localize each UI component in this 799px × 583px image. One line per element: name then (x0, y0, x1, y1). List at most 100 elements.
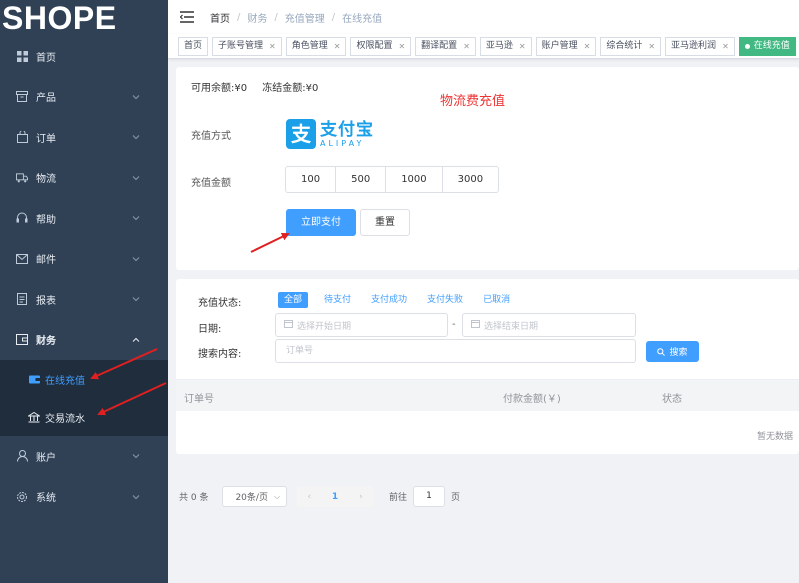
sidebar-item-label: 邮件 (36, 255, 56, 267)
calendar-icon (471, 319, 480, 331)
reset-button[interactable]: 重置 (360, 209, 410, 236)
breadcrumb-item[interactable]: 首页 (210, 10, 230, 25)
sidebar-item-label: 产品 (36, 93, 56, 105)
search-label: 搜索内容: (198, 349, 242, 360)
tag-amazon-profit[interactable]: 亚马逊利润 ✕ (665, 36, 735, 56)
chevron-down-icon (132, 94, 140, 99)
bank-icon (28, 411, 40, 423)
menu-toggle-icon[interactable] (180, 11, 194, 23)
status-option-pending[interactable]: 待支付 (324, 292, 351, 308)
status-option-cancelled[interactable]: 已取消 (483, 292, 510, 308)
sidebar-item-label: 账户 (36, 452, 56, 464)
close-icon[interactable]: ✕ (519, 38, 526, 55)
chevron-down-icon (132, 216, 140, 221)
status-label: 充值状态: (198, 298, 242, 309)
goto-page-input[interactable]: 1 (413, 486, 446, 507)
order-icon (16, 131, 28, 144)
tag-permissions[interactable]: 权限配置 ✕ (350, 36, 412, 56)
close-icon[interactable]: ✕ (463, 38, 470, 55)
logo: SHOPE (2, 0, 117, 36)
sidebar-item-label: 报表 (36, 295, 56, 307)
sidebar-item-home[interactable]: 首页 (0, 36, 168, 77)
calendar-icon (284, 319, 293, 331)
next-page-button[interactable]: › (359, 492, 363, 502)
sidebar-item-label: 在线充值 (45, 375, 85, 387)
tag-stats[interactable]: 综合统计 ✕ (600, 36, 662, 56)
sidebar-item-logistics[interactable]: 物流 (0, 158, 168, 199)
available-balance-value: ¥0 (234, 83, 248, 94)
tag-home[interactable]: 首页 (178, 36, 209, 56)
close-icon[interactable]: ✕ (722, 38, 729, 55)
sidebar-item-finance[interactable]: 财务 (0, 320, 168, 361)
close-icon[interactable]: ✕ (269, 38, 276, 55)
close-icon[interactable]: ✕ (334, 38, 341, 55)
balance-row: 可用余额:¥0 冻结金额:¥0 (191, 79, 330, 94)
close-icon[interactable]: ✕ (398, 38, 405, 55)
status-filter: 全部 待支付 支付成功 支付失败 已取消 (278, 292, 530, 308)
sidebar-item-online-recharge[interactable]: 在线充值 (0, 360, 168, 398)
frozen-amount-value: ¥0 (305, 83, 319, 94)
end-date-input[interactable]: 选择结束日期 (462, 313, 636, 337)
sidebar-item-account[interactable]: 账户 (0, 436, 168, 477)
sidebar-item-help[interactable]: 帮助 (0, 198, 168, 239)
search-input[interactable]: 订单号 (275, 339, 636, 363)
status-option-failed[interactable]: 支付失败 (427, 292, 463, 308)
start-date-placeholder: 选择开始日期 (297, 321, 352, 332)
chevron-up-icon (132, 337, 140, 342)
goto-unit: 页 (451, 493, 461, 503)
amount-option[interactable]: 1000 (385, 166, 443, 193)
column-amount: 付款金额(￥) (503, 394, 561, 405)
amount-label: 充值金额 (191, 178, 231, 189)
tag-label: 角色管理 (291, 40, 328, 51)
sidebar-item-product[interactable]: 产品 (0, 77, 168, 118)
amount-option[interactable]: 500 (335, 166, 387, 193)
method-label: 充值方式 (191, 131, 231, 142)
chevron-down-icon (132, 175, 140, 180)
status-option-success[interactable]: 支付成功 (371, 292, 407, 308)
page-size-select[interactable]: 20条/页 ⌵ (222, 486, 288, 507)
product-icon (16, 91, 28, 103)
sidebar-item-label: 订单 (36, 133, 56, 145)
pagination: 共 0 条 20条/页 ⌵ ‹ 1 › 前往 1 页 (179, 486, 460, 507)
sidebar-item-system[interactable]: 系统 (0, 477, 168, 518)
finance-icon (16, 334, 28, 346)
sidebar-item-order[interactable]: 订单 (0, 117, 168, 158)
pay-now-button[interactable]: 立即支付 (286, 209, 356, 236)
recharge-title: 物流费充值 (440, 94, 506, 109)
finance-submenu: 在线充值 交易流水 (0, 360, 168, 436)
tag-translation[interactable]: 翻译配置 ✕ (415, 36, 476, 56)
sidebar-item-mail[interactable]: 邮件 (0, 239, 168, 280)
tag-roles[interactable]: 角色管理 ✕ (285, 36, 347, 56)
tag-amazon[interactable]: 亚马逊 ✕ (479, 36, 532, 56)
close-icon[interactable]: ✕ (584, 38, 591, 55)
date-label: 日期: (198, 324, 222, 335)
amount-option[interactable]: 100 (285, 166, 337, 193)
search-button[interactable]: 搜索 (646, 341, 699, 362)
breadcrumb-item: 在线充值 (342, 13, 383, 25)
chevron-down-icon (132, 297, 140, 302)
table-header: 订单号 付款金额(￥) 状态 (176, 379, 799, 411)
current-page[interactable]: 1 (332, 492, 338, 502)
sidebar-item-transactions[interactable]: 交易流水 (0, 398, 168, 436)
tag-label: 子账号管理 (218, 40, 264, 51)
alipay-cn: 支付宝 (320, 119, 374, 140)
amount-option[interactable]: 3000 (441, 166, 500, 193)
truck-icon (16, 172, 28, 184)
recharge-card: 可用余额:¥0 冻结金额:¥0 物流费充值 充值方式 支 支付宝 ALIPAY … (176, 67, 799, 270)
prev-page-button[interactable]: ‹ (307, 492, 311, 502)
alipay-option[interactable]: 支 支付宝 ALIPAY (286, 119, 374, 149)
close-icon[interactable]: ✕ (648, 38, 655, 55)
end-date-placeholder: 选择结束日期 (484, 321, 539, 332)
status-option-all[interactable]: 全部 (278, 292, 309, 308)
sidebar-item-label: 首页 (36, 52, 56, 64)
user-icon (16, 450, 28, 462)
tag-label: 翻译配置 (421, 40, 458, 51)
start-date-input[interactable]: 选择开始日期 (275, 313, 448, 337)
breadcrumb: 首页 / 财务 / 充值管理 / 在线充值 (210, 10, 383, 25)
column-order-no: 订单号 (184, 394, 214, 405)
frozen-amount: 冻结金额:¥0 (262, 83, 318, 94)
tag-online-recharge[interactable]: 在线充值 (738, 36, 796, 56)
tag-account-mgmt[interactable]: 账户管理 ✕ (535, 36, 597, 56)
tag-sub-accounts[interactable]: 子账号管理 ✕ (212, 36, 282, 56)
sidebar-item-report[interactable]: 报表 (0, 279, 168, 320)
